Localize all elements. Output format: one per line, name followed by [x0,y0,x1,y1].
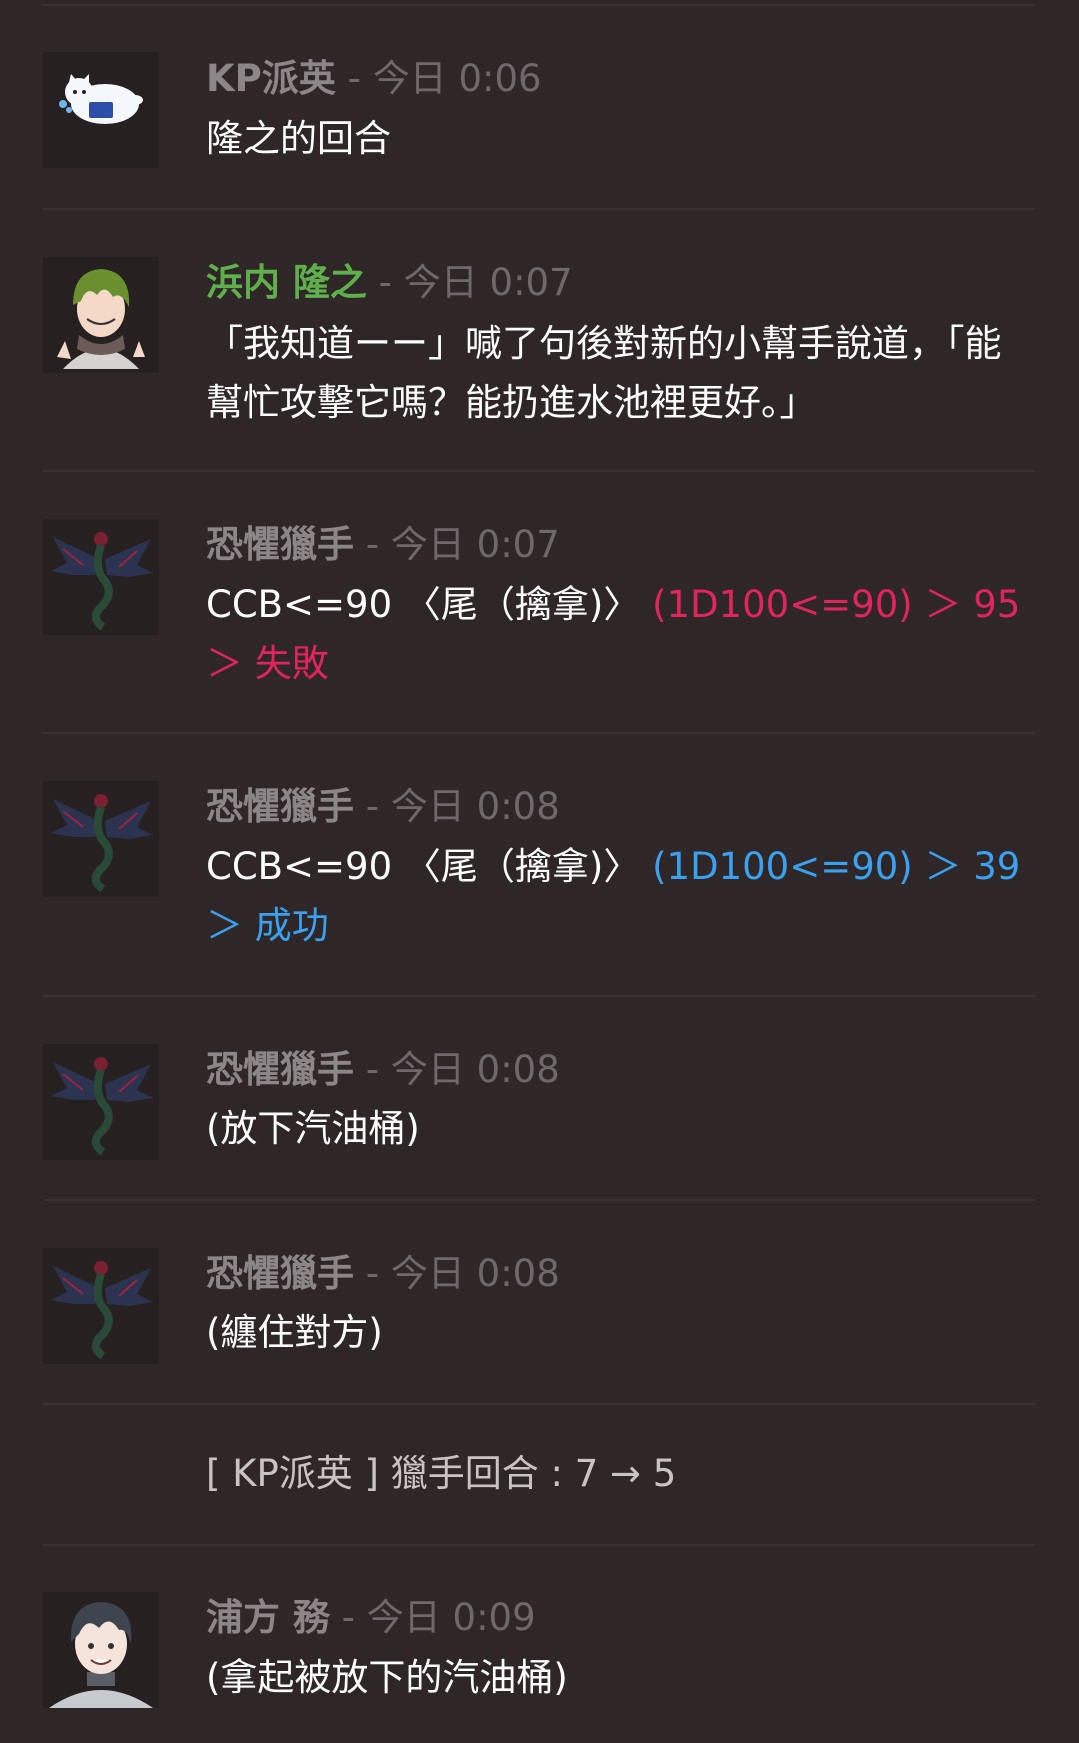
timestamp: 今日 0:07 [390,523,560,566]
author-name[interactable]: 恐懼獵手 [206,785,354,828]
dice-command: CCB<=90 〈尾（擒拿)〉 [206,845,641,888]
dragon-avatar-icon [43,1248,159,1364]
message-divider [43,995,1035,997]
dragon-avatar-icon [43,519,159,635]
avatar[interactable] [43,781,159,897]
message-text: (放下汽油桶) [206,1107,420,1150]
timestamp: 今日 0:06 [372,57,542,100]
avatar[interactable] [43,1044,159,1160]
timestamp: 今日 0:09 [366,1596,536,1639]
author-name[interactable]: KP派英 [206,57,336,100]
separator: - [365,785,380,828]
separator: - [365,1252,380,1295]
top-divider [43,4,1034,6]
separator: - [365,523,380,566]
message-divider [43,1403,1035,1405]
green-hair-boy-avatar-icon [43,257,159,373]
dice-command: CCB<=90 〈尾（擒拿)〉 [206,583,641,626]
message-divider [43,1199,1035,1201]
timestamp: 今日 0:08 [390,1048,560,1091]
cat-avatar-icon [43,52,159,168]
author-name[interactable]: 浦方 務 [206,1596,330,1639]
separator: - [378,261,393,304]
timestamp: 今日 0:08 [390,1252,560,1295]
timestamp: 今日 0:07 [403,261,573,304]
avatar[interactable] [43,257,159,373]
message-divider [43,208,1035,210]
message-text: 隆之的回合 [206,117,391,160]
avatar[interactable] [43,519,159,635]
author-name[interactable]: 恐懼獵手 [206,1048,354,1091]
dragon-avatar-icon [43,1044,159,1160]
author-name[interactable]: 浜内 隆之 [206,261,367,304]
avatar[interactable] [43,1592,159,1708]
separator: - [341,1596,356,1639]
avatar[interactable] [43,1248,159,1364]
dark-hair-boy-avatar-icon [43,1592,159,1708]
separator: - [347,57,361,100]
timestamp: 今日 0:08 [390,785,560,828]
author-name[interactable]: 恐懼獵手 [206,523,354,566]
message-divider [43,1544,1035,1546]
message-divider [43,470,1035,472]
message-text: (拿起被放下的汽油桶) [206,1656,568,1699]
separator: - [365,1048,380,1091]
message-text: 「我知道ーー」喊了句後對新的小幫手說道，「能幫忙攻擊它嗎？能扔進水池裡更好。」 [206,322,1002,424]
system-message: [ KP派英 ] 獵手回合 : 7 → 5 [206,1452,677,1495]
message-text: CCB<=90 〈尾（擒拿)〉 (1D100<=90) ＞ 39 ＞ 成功 [206,837,1036,955]
author-name[interactable]: 恐懼獵手 [206,1252,354,1295]
dragon-avatar-icon [43,781,159,897]
message-text: CCB<=90 〈尾（擒拿)〉 (1D100<=90) ＞ 95 ＞ 失敗 [206,575,1036,693]
message-divider [43,732,1035,734]
message-text: (纏住對方) [206,1311,383,1354]
avatar[interactable] [43,52,159,168]
